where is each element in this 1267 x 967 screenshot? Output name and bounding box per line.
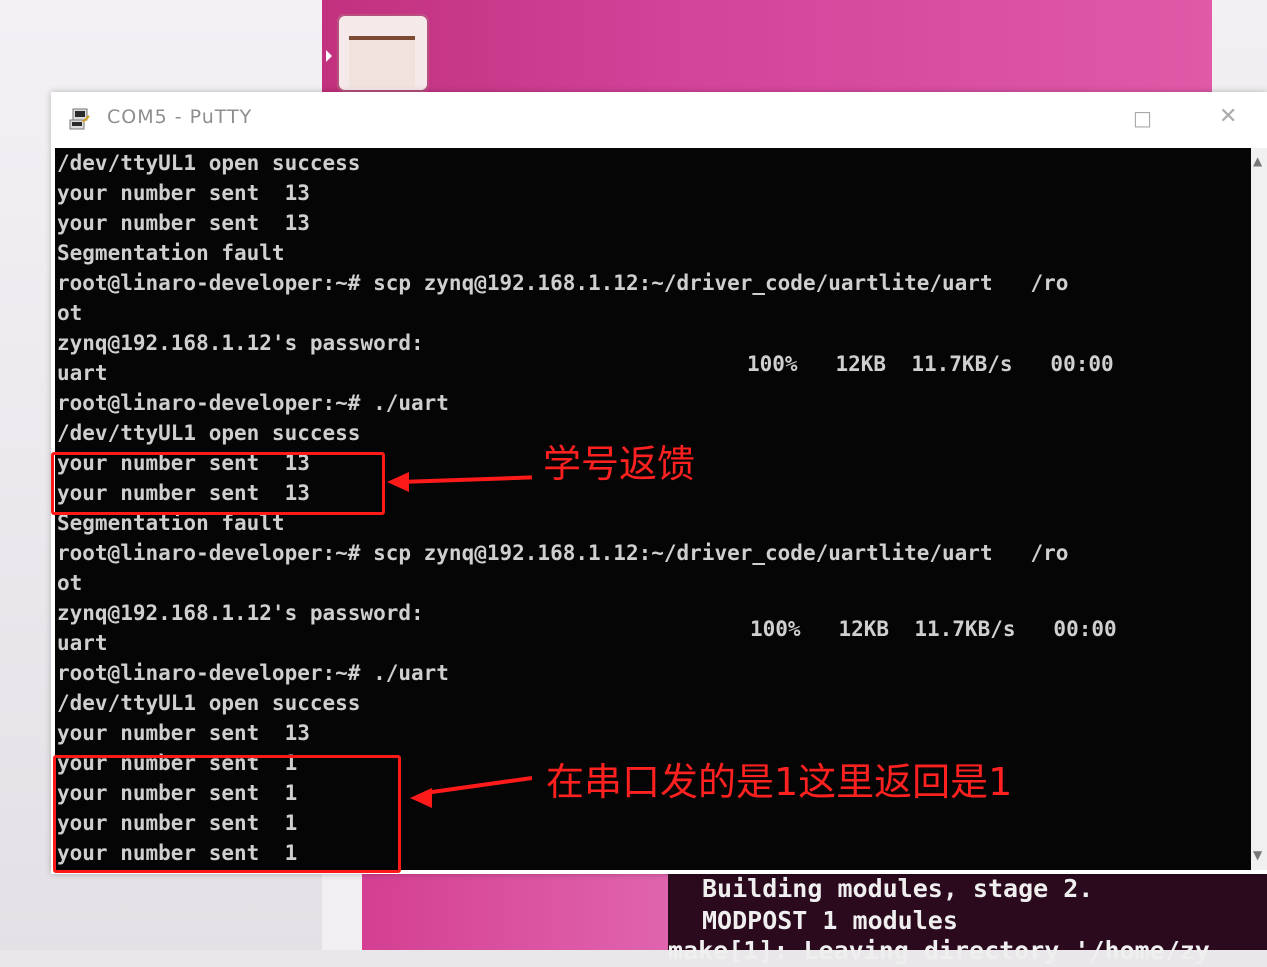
highlight-box-student-id — [51, 452, 385, 515]
terminal-line: root@linaro-developer:~# ./uart — [57, 391, 449, 415]
scroll-up-icon[interactable]: ▲ — [1253, 154, 1262, 168]
terminal-line: zynq@192.168.1.12's password: — [57, 331, 424, 355]
terminal-line: zynq@192.168.1.12's password: — [57, 601, 424, 625]
title-bar[interactable]: COM5 - PuTTY □ ✕ — [51, 92, 1267, 146]
background-terminal-window[interactable]: Building modules, stage 2. MODPOST 1 mod… — [668, 862, 1267, 965]
terminal-line: /dev/ttyUL1 open success — [57, 421, 361, 445]
terminal-line: Segmentation fault — [57, 241, 285, 265]
transfer-progress: 100% 12KB 11.7KB/s 00:00 — [747, 352, 1114, 376]
annotation-arrowhead-icon — [387, 472, 409, 492]
transfer-progress: 100% 12KB 11.7KB/s 00:00 — [750, 617, 1117, 641]
scroll-down-icon[interactable]: ▼ — [1253, 848, 1262, 862]
terminal-line: uart — [57, 631, 108, 655]
terminal-line: ot — [57, 301, 83, 325]
terminal-line: /dev/ttyUL1 open success — [57, 151, 361, 175]
window-title: COM5 - PuTTY — [107, 106, 253, 128]
terminal-line: /dev/ttyUL1 open success — [57, 691, 361, 715]
bg-terminal-line: make[1]: Leaving directory '/home/zy — [668, 936, 1210, 965]
terminal-line: ot — [57, 571, 83, 595]
terminal-line: root@linaro-developer:~# scp zynq@192.16… — [57, 541, 1069, 565]
files-launcher-icon[interactable] — [337, 14, 429, 92]
vertical-scrollbar[interactable]: ▲ ▼ — [1251, 148, 1267, 870]
highlight-box-echo — [53, 755, 401, 873]
terminal-line: your number sent 13 — [57, 181, 310, 205]
annotation-arrowhead-icon — [410, 788, 432, 808]
annotation-label: 在串口发的是1这里返回是1 — [546, 760, 1013, 804]
bg-terminal-line: Building modules, stage 2. — [702, 874, 1094, 903]
annotation-label: 学号返馈 — [543, 442, 696, 486]
launcher-active-indicator — [326, 50, 332, 62]
putty-icon — [69, 108, 90, 130]
terminal-line: uart — [57, 361, 108, 385]
terminal-line: root@linaro-developer:~# ./uart — [57, 661, 449, 685]
desktop-strip — [322, 868, 362, 950]
close-button[interactable]: ✕ — [1219, 104, 1237, 129]
desktop-wallpaper — [322, 0, 1222, 95]
bg-terminal-line: MODPOST 1 modules — [702, 906, 958, 935]
desktop-wallpaper-bottom — [330, 868, 670, 950]
terminal-line: root@linaro-developer:~# scp zynq@192.16… — [57, 271, 1069, 295]
terminal-line: your number sent 13 — [57, 721, 310, 745]
terminal-line: your number sent 13 — [57, 211, 310, 235]
maximize-button[interactable]: □ — [1133, 106, 1152, 130]
